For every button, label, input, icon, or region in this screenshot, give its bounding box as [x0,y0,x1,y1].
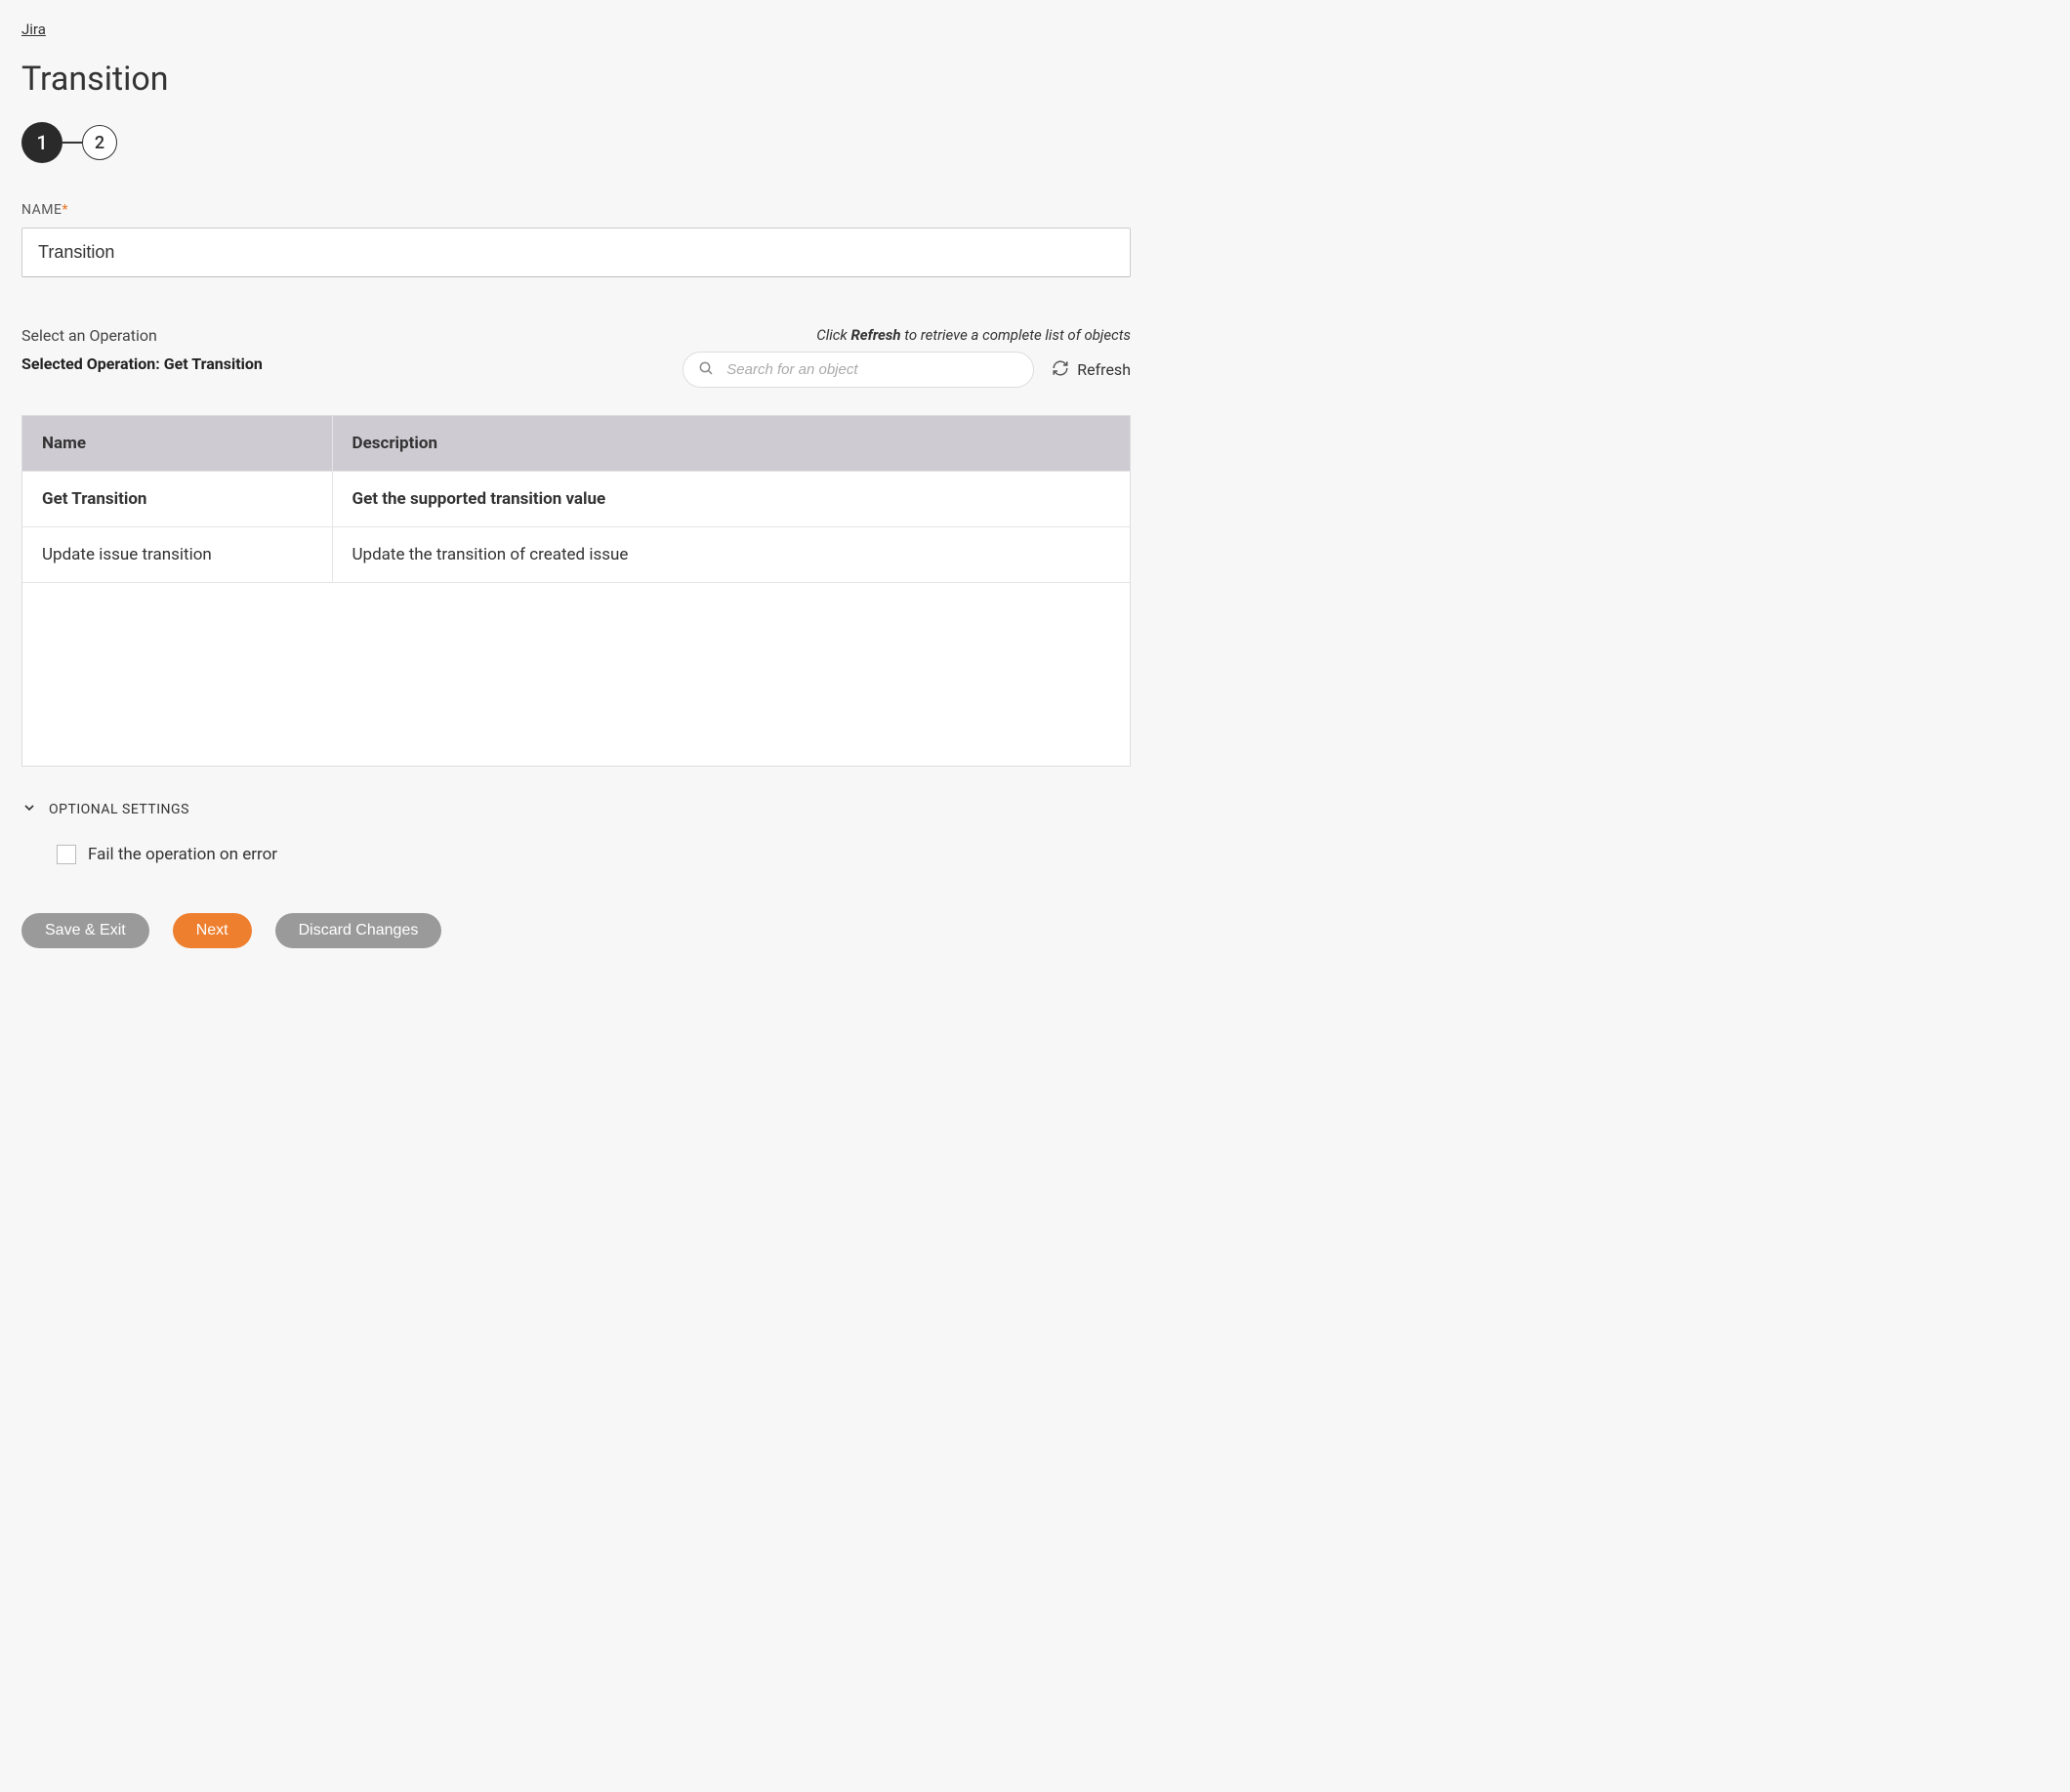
optional-settings-toggle[interactable]: OPTIONAL SETTINGS [21,800,1131,819]
name-label: NAME* [21,202,1131,218]
refresh-icon [1052,359,1069,381]
cell-description: Get the supported transition value [333,472,1130,526]
name-input[interactable] [21,228,1131,277]
step-1[interactable]: 1 [21,122,62,163]
fail-on-error-label: Fail the operation on error [88,845,277,864]
step-connector [62,142,82,144]
select-operation-label: Select an Operation [21,326,611,345]
refresh-label: Refresh [1077,360,1131,379]
optional-settings-label: OPTIONAL SETTINGS [49,802,189,817]
col-header-name: Name [22,416,333,471]
operations-table: Name Description Get Transition Get the … [21,415,1131,767]
cell-name: Get Transition [22,472,333,526]
discard-changes-button[interactable]: Discard Changes [275,913,442,948]
col-header-description: Description [333,416,1130,471]
stepper: 1 2 [21,122,1131,163]
cell-name: Update issue transition [22,527,333,582]
table-header-row: Name Description [22,416,1130,472]
refresh-hint: Click Refresh to retrieve a complete lis… [623,326,1131,344]
next-button[interactable]: Next [173,913,252,948]
breadcrumb-jira[interactable]: Jira [21,21,46,38]
fail-on-error-checkbox[interactable] [57,845,76,864]
required-star-icon: * [62,202,68,218]
page-title: Transition [21,60,1131,99]
step-2[interactable]: 2 [82,125,117,160]
save-exit-button[interactable]: Save & Exit [21,913,149,948]
cell-description: Update the transition of created issue [333,527,1130,582]
refresh-button[interactable]: Refresh [1052,359,1131,381]
search-icon [698,360,714,380]
table-row[interactable]: Get Transition Get the supported transit… [22,472,1130,527]
search-input[interactable] [683,352,1034,388]
table-row[interactable]: Update issue transition Update the trans… [22,527,1130,583]
selected-operation: Selected Operation: Get Transition [21,354,611,373]
chevron-down-icon [21,800,37,819]
